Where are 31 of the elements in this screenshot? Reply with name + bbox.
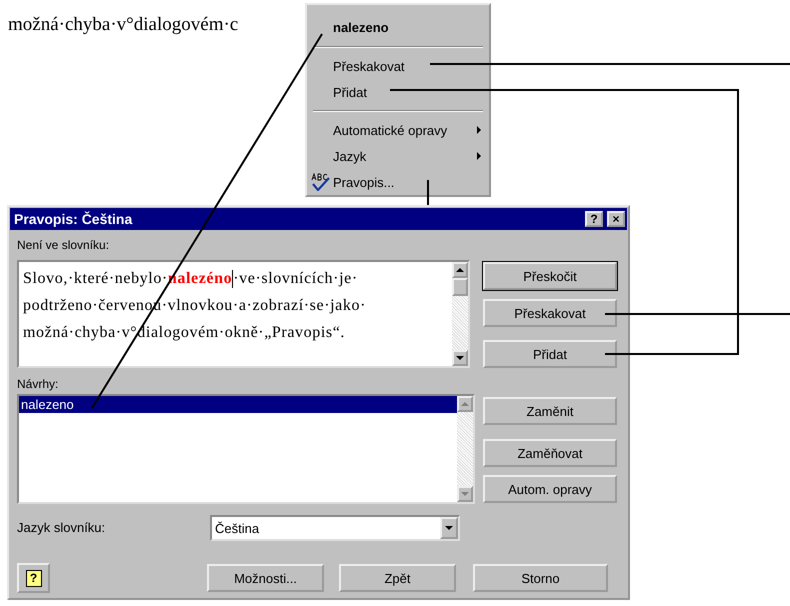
dialog-button[interactable]: Zpět	[339, 564, 456, 592]
submenu-arrow-icon	[477, 126, 481, 134]
help-button[interactable]: ?	[17, 563, 50, 593]
menu-item[interactable]: nalezeno	[307, 13, 489, 41]
field-label: Není ve slovníku:	[17, 237, 110, 253]
scrollbar[interactable]	[452, 262, 468, 366]
document-text: možná·chyba·v°dialogovém·c	[8, 14, 238, 36]
dialog-button[interactable]: Možnosti...	[207, 564, 324, 592]
menu-item[interactable]: Jazyk	[307, 143, 489, 169]
suggestions-list[interactable]: nalezeno	[17, 394, 475, 504]
dialog-button[interactable]: Přeskočit	[483, 262, 617, 290]
menu-item[interactable]: Automatické opravy	[307, 117, 489, 143]
field-label: Jazyk slovníku:	[17, 520, 106, 536]
text-cursor	[232, 270, 234, 288]
spellcheck-icon	[311, 173, 331, 191]
dialog-button[interactable]: Přeskakovat	[483, 299, 617, 327]
dialog-button[interactable]: Autom. opravy	[483, 475, 617, 503]
dialog-button[interactable]: Zaměnit	[483, 397, 617, 425]
dialog-button[interactable]: Přidat	[483, 340, 617, 368]
menu-item[interactable]: Pravopis...	[307, 169, 489, 195]
field-label: Návrhy:	[17, 376, 60, 392]
submenu-arrow-icon	[477, 152, 481, 160]
menu-item[interactable]: Přeskakovat	[307, 53, 489, 79]
close-button[interactable]: ×	[607, 211, 625, 227]
help-button[interactable]: ?	[585, 211, 603, 227]
list-item[interactable]: nalezeno	[19, 396, 457, 413]
language-dropdown[interactable]: Čeština	[210, 515, 460, 541]
window-title: Pravopis: Čeština	[14, 211, 134, 227]
dialog-button[interactable]: Zaměňovat	[483, 439, 617, 467]
menu-item[interactable]: Přidat	[307, 79, 489, 105]
dialog-button[interactable]: Storno	[473, 564, 608, 592]
